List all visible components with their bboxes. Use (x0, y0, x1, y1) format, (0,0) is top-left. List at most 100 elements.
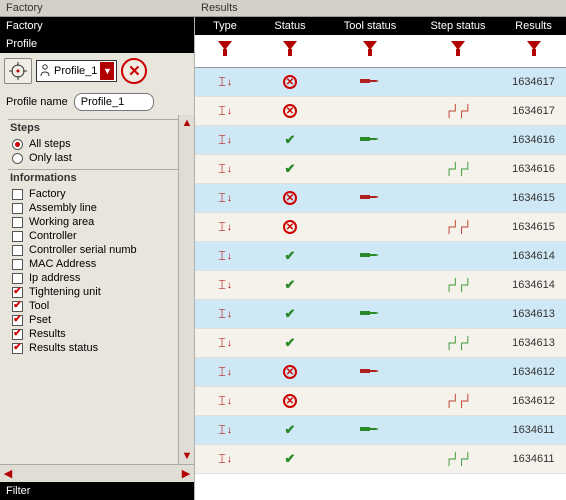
cell-step (415, 184, 501, 212)
info-item[interactable]: Controller serial numb (4, 243, 192, 257)
cell-result: 1634613 (501, 329, 566, 357)
checkbox-icon: ✔ (12, 315, 23, 326)
tightening-type-icon: ⌶↓ (218, 103, 232, 119)
radio-only-last[interactable]: Only last (4, 151, 192, 165)
profile-name-input[interactable] (74, 93, 154, 111)
col-header-tool[interactable]: Tool status (325, 17, 415, 35)
result-row[interactable]: ⌶↓✕1634615 (195, 184, 566, 213)
info-item[interactable]: ✔Tightening unit (4, 285, 192, 299)
info-item[interactable]: MAC Address (4, 257, 192, 271)
result-row[interactable]: ⌶↓✔┌┘┌┘1634611 (195, 445, 566, 474)
info-item[interactable]: ✔ Results status (4, 341, 192, 355)
info-item[interactable]: ✔Tool (4, 299, 192, 313)
step-status-icon: ┌┘┌┘ (446, 336, 471, 350)
result-row[interactable]: ⌶↓✔┌┘┌┘1634614 (195, 271, 566, 300)
filter-step[interactable] (415, 35, 501, 67)
info-item[interactable]: Ip address (4, 271, 192, 285)
cell-type: ⌶↓ (195, 126, 255, 154)
status-ok-icon: ✔ (285, 161, 296, 177)
tool-icon (358, 307, 382, 322)
info-item[interactable]: ✔Pset (4, 313, 192, 327)
checkbox-icon (12, 189, 23, 200)
col-header-type[interactable]: Type (195, 17, 255, 35)
radio-label: All steps (29, 138, 71, 150)
step-status-icon: ┌┘┌┘ (446, 452, 471, 466)
result-row[interactable]: ⌶↓✕1634617 (195, 68, 566, 97)
info-item-label: MAC Address (29, 258, 96, 270)
tool-icon (358, 191, 382, 206)
cell-status: ✔ (255, 155, 325, 183)
cell-status: ✕ (255, 213, 325, 241)
cell-status: ✕ (255, 387, 325, 415)
filter-results[interactable] (501, 35, 566, 67)
tool-icon (358, 249, 382, 264)
cell-step (415, 68, 501, 96)
filter-status[interactable] (255, 35, 325, 67)
scroll-up-icon[interactable]: ▲ (179, 115, 194, 131)
info-item[interactable]: Factory (4, 187, 192, 201)
left-hscrollbar[interactable]: ◀ ▶ (0, 464, 194, 482)
radio-all-steps[interactable]: All steps (4, 137, 192, 151)
cell-step: ┌┘┌┘ (415, 213, 501, 241)
result-row[interactable]: ⌶↓✕┌┘┌┘1634615 (195, 213, 566, 242)
col-header-status[interactable]: Status (255, 17, 325, 35)
factory-header: Factory (0, 17, 194, 35)
info-item-label: Controller serial numb (29, 244, 137, 256)
step-status-icon: ┌┘┌┘ (446, 394, 471, 408)
cell-status: ✕ (255, 97, 325, 125)
result-row[interactable]: ⌶↓✕1634612 (195, 358, 566, 387)
cell-status: ✔ (255, 416, 325, 444)
cell-result: 1634615 (501, 184, 566, 212)
scroll-left-icon[interactable]: ◀ (0, 466, 16, 482)
checkbox-icon: ✔ (12, 343, 23, 354)
checkbox-icon (12, 245, 23, 256)
checkbox-icon (12, 259, 23, 270)
status-ok-icon: ✔ (285, 335, 296, 351)
result-row[interactable]: ⌶↓✔1634613 (195, 300, 566, 329)
info-item-label: Assembly line (29, 202, 97, 214)
informations-title: Informations (4, 172, 192, 186)
checkbox-icon: ✔ (12, 329, 23, 340)
info-item[interactable]: Assembly line (4, 201, 192, 215)
left-vscrollbar[interactable]: ▲ ▼ (178, 115, 194, 464)
profile-tool-button[interactable] (4, 58, 32, 84)
cell-step (415, 126, 501, 154)
result-row[interactable]: ⌶↓✔1634611 (195, 416, 566, 445)
cell-step (415, 416, 501, 444)
result-row[interactable]: ⌶↓✕┌┘┌┘1634612 (195, 387, 566, 416)
info-item[interactable]: ✔Results (4, 327, 192, 341)
tightening-type-icon: ⌶↓ (218, 422, 232, 438)
status-ok-icon: ✔ (285, 451, 296, 467)
close-icon: ✕ (128, 62, 141, 80)
profile-name-label: Profile name (6, 96, 68, 108)
chevron-down-icon[interactable]: ▼ (100, 62, 114, 80)
status-fail-icon: ✕ (283, 191, 297, 205)
result-row[interactable]: ⌶↓✔┌┘┌┘1634616 (195, 155, 566, 184)
checkbox-icon (12, 231, 23, 242)
clear-profile-button[interactable]: ✕ (121, 58, 147, 84)
result-row[interactable]: ⌶↓✔1634614 (195, 242, 566, 271)
result-row[interactable]: ⌶↓✕┌┘┌┘1634617 (195, 97, 566, 126)
cell-tool (325, 300, 415, 328)
cell-result: 1634614 (501, 242, 566, 270)
status-fail-icon: ✕ (283, 365, 297, 379)
info-item-label: Results status (29, 342, 98, 354)
scroll-down-icon[interactable]: ▼ (179, 448, 194, 464)
cell-result: 1634613 (501, 300, 566, 328)
profile-dropdown[interactable]: Profile_1 ▼ (36, 60, 117, 82)
tightening-type-icon: ⌶↓ (218, 132, 232, 148)
info-item[interactable]: Controller (4, 229, 192, 243)
result-row[interactable]: ⌶↓✔┌┘┌┘1634613 (195, 329, 566, 358)
col-header-results[interactable]: Results (501, 17, 566, 35)
info-item[interactable]: Working area (4, 215, 192, 229)
info-item-label: Tool (29, 300, 49, 312)
filter-tool[interactable] (325, 35, 415, 67)
filter-type[interactable] (195, 35, 255, 67)
cell-status: ✔ (255, 242, 325, 270)
result-row[interactable]: ⌶↓✔1634616 (195, 126, 566, 155)
col-header-step[interactable]: Step status (415, 17, 501, 35)
profile-toolbar: Profile_1 ▼ ✕ (0, 53, 194, 89)
checkbox-icon (12, 273, 23, 284)
cell-type: ⌶↓ (195, 300, 255, 328)
scroll-right-icon[interactable]: ▶ (178, 466, 194, 482)
